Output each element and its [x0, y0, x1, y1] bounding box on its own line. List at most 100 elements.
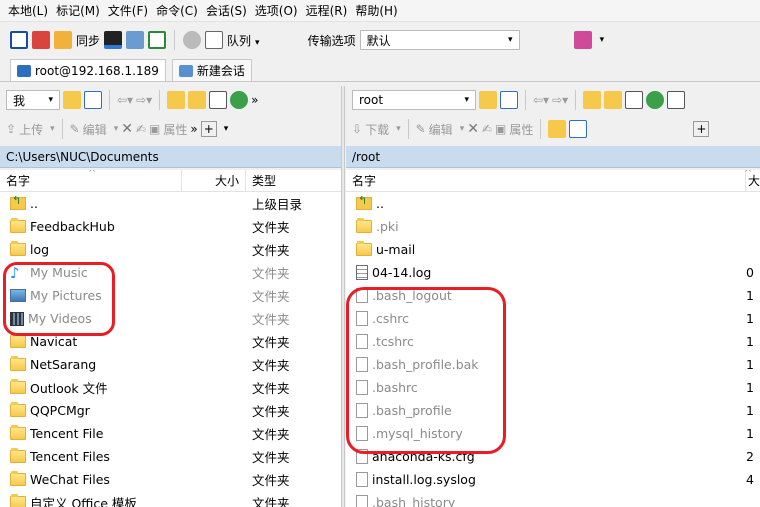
refresh-icon[interactable] — [646, 91, 665, 109]
download-button[interactable]: 下载 — [365, 121, 389, 138]
table-row[interactable]: FeedbackHub 文件夹 — [0, 215, 341, 238]
more-chevron-icon[interactable]: » — [190, 122, 197, 136]
chevron-down-icon[interactable]: ▾ — [224, 124, 229, 134]
table-row[interactable]: .bash_logout 1 — [346, 284, 760, 307]
open-folder-icon[interactable] — [63, 91, 81, 109]
menu-item[interactable]: 远程(R) — [302, 2, 352, 19]
more-chevron-icon[interactable]: » — [251, 93, 258, 107]
remote-path-bar[interactable]: /root — [346, 146, 760, 168]
local-location-select[interactable]: 我 ▾ — [6, 90, 60, 110]
column-header-type[interactable]: 类型 — [246, 170, 341, 191]
table-row[interactable]: .bash_profile 1 — [346, 399, 760, 422]
upload-button[interactable]: 上传 — [19, 121, 43, 138]
queue-button[interactable]: 队列 ▾ — [227, 32, 260, 49]
explorer-icon[interactable] — [126, 31, 145, 49]
terminal-icon[interactable] — [104, 31, 123, 49]
column-header-size[interactable]: 大小 — [182, 170, 246, 191]
chevron-down-icon[interactable]: ▾ — [600, 35, 605, 45]
sort-up-icon: ^ — [88, 170, 97, 179]
delete-icon[interactable]: ✕ — [121, 121, 133, 137]
home-icon[interactable] — [625, 91, 644, 109]
edit-button[interactable]: 编辑 — [429, 121, 453, 138]
parent-folder-icon[interactable] — [583, 91, 602, 109]
open-folder-icon[interactable] — [479, 91, 497, 109]
table-row[interactable]: .mysql_history 1 — [346, 422, 760, 445]
refresh-icon[interactable] — [148, 31, 167, 49]
new-folder-icon[interactable] — [548, 120, 567, 138]
menu-item[interactable]: 本地(L) — [4, 2, 52, 19]
menu-item[interactable]: 文件(F) — [104, 2, 152, 19]
table-row[interactable]: My Pictures 文件夹 — [0, 284, 341, 307]
table-row[interactable]: 04-14.log 0 — [346, 261, 760, 284]
transfer-options-select[interactable]: 默认 ▾ — [359, 30, 520, 50]
edit-button[interactable]: 编辑 — [83, 121, 107, 138]
table-row[interactable]: NetSarang 文件夹 — [0, 353, 341, 376]
table-row[interactable]: .cshrc 1 — [346, 307, 760, 330]
menu-item[interactable]: 帮助(H) — [351, 2, 401, 19]
parent-dir-icon — [10, 194, 26, 210]
back-button[interactable]: ⇦▾ — [117, 93, 133, 107]
queue-icon[interactable] — [205, 31, 224, 49]
table-row[interactable]: install.log.syslog 4 — [346, 468, 760, 491]
table-row[interactable]: Tencent Files 文件夹 — [0, 445, 341, 468]
rename-icon[interactable]: ✍ — [136, 122, 146, 136]
forward-button[interactable]: ⇨▾ — [552, 93, 568, 107]
table-row[interactable]: .. 上级目录 — [0, 192, 341, 215]
table-row[interactable]: .bash_history — [346, 491, 760, 507]
table-row[interactable]: .bashrc 1 — [346, 376, 760, 399]
filter-icon[interactable] — [500, 91, 518, 109]
file-name-cell: .. — [346, 194, 746, 211]
filter-icon[interactable] — [84, 91, 102, 109]
pane-splitter[interactable] — [341, 86, 345, 507]
root-folder-icon[interactable] — [604, 91, 623, 109]
find-icon[interactable] — [667, 91, 686, 109]
table-row[interactable]: Navicat 文件夹 — [0, 330, 341, 353]
sync-icon[interactable] — [54, 31, 72, 49]
table-row[interactable]: 自定义 Office 模板 文件夹 — [0, 491, 341, 507]
menu-item[interactable]: 命令(C) — [152, 2, 202, 19]
menu-item[interactable]: 选项(O) — [251, 2, 302, 19]
preferences-icon[interactable] — [573, 31, 592, 49]
file-type: 上级目录 — [252, 197, 303, 212]
local-path-bar[interactable]: C:\Users\NUC\Documents — [0, 146, 341, 168]
forward-button[interactable]: ⇨▾ — [136, 93, 152, 107]
table-row[interactable]: log 文件夹 — [0, 238, 341, 261]
table-row[interactable]: Tencent File 文件夹 — [0, 422, 341, 445]
column-header-name[interactable]: 名字 — [346, 170, 746, 191]
rename-icon[interactable]: ✍ — [482, 122, 492, 136]
file-name: u-mail — [376, 242, 416, 257]
refresh-icon[interactable] — [230, 91, 249, 109]
tab-session-root[interactable]: root@192.168.1.189 — [10, 59, 166, 81]
table-row[interactable]: Outlook 文件 文件夹 — [0, 376, 341, 399]
properties-button[interactable]: 属性 — [509, 121, 533, 138]
properties-button[interactable]: 属性 — [163, 121, 187, 138]
table-row[interactable]: ♪ My Music 文件夹 — [0, 261, 341, 284]
folder-icon — [10, 425, 26, 440]
back-button[interactable]: ⇦▾ — [533, 93, 549, 107]
table-row[interactable]: .. — [346, 192, 760, 215]
new-file-icon[interactable] — [569, 120, 588, 138]
table-row[interactable]: WeChat Files 文件夹 — [0, 468, 341, 491]
table-row[interactable]: u-mail — [346, 238, 760, 261]
parent-folder-icon[interactable] — [167, 91, 186, 109]
tab-new-session[interactable]: 新建会话 — [171, 59, 252, 81]
sync-button[interactable]: 同步 — [76, 32, 100, 49]
root-folder-icon[interactable] — [188, 91, 207, 109]
menu-item[interactable]: 标记(M) — [52, 2, 104, 19]
table-row[interactable]: .tcshrc 1 — [346, 330, 760, 353]
parent-dir-icon — [356, 194, 372, 210]
new-item-icon[interactable]: + — [693, 121, 710, 137]
delete-icon[interactable]: ✕ — [467, 121, 479, 137]
table-row[interactable]: .bash_profile.bak 1 — [346, 353, 760, 376]
connect-icon[interactable] — [10, 31, 28, 49]
remote-location-select[interactable]: root ▾ — [352, 90, 476, 110]
table-row[interactable]: My Videos 文件夹 — [0, 307, 341, 330]
gear-icon[interactable] — [183, 31, 202, 49]
new-item-icon[interactable]: + — [200, 121, 217, 137]
disconnect-icon[interactable] — [32, 31, 50, 49]
table-row[interactable]: QQPCMgr 文件夹 — [0, 399, 341, 422]
table-row[interactable]: anaconda-ks.cfg 2 — [346, 445, 760, 468]
home-icon[interactable] — [209, 91, 228, 109]
menu-item[interactable]: 会话(S) — [202, 2, 251, 19]
table-row[interactable]: .pki — [346, 215, 760, 238]
